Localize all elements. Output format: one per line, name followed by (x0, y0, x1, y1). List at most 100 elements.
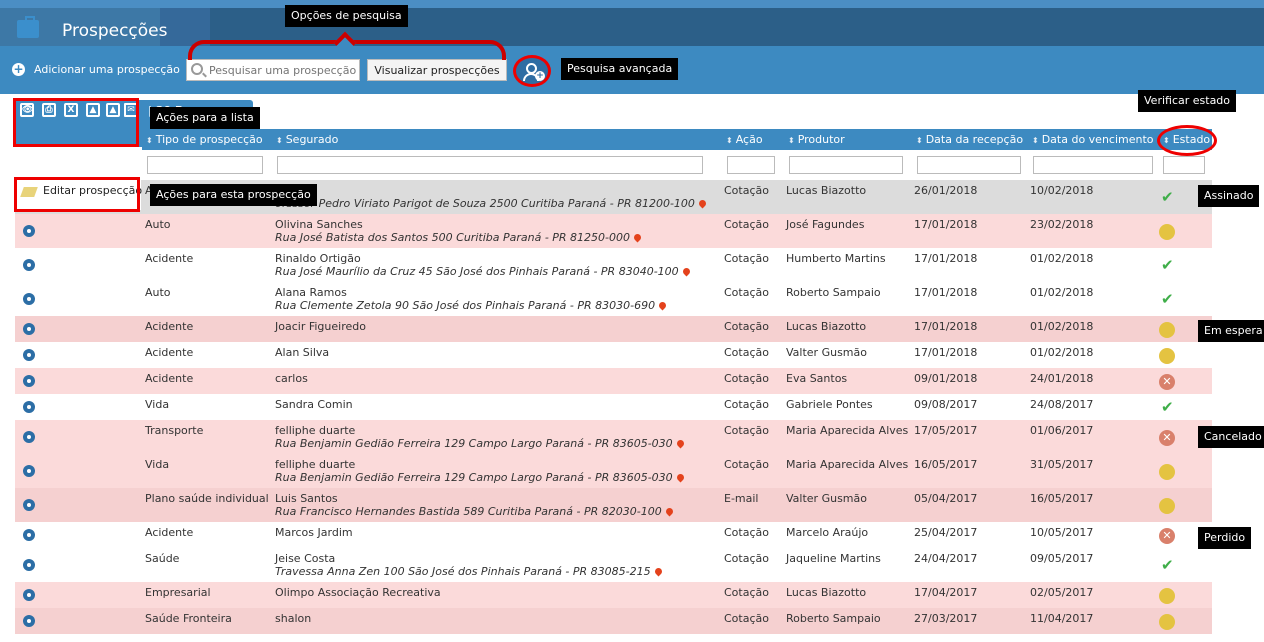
col-vencimento[interactable]: Data do vencimento (1032, 129, 1160, 150)
gear-icon[interactable] (23, 431, 35, 443)
map-pin-icon[interactable] (632, 232, 643, 243)
cell-tipo: Vida (145, 458, 170, 471)
cell-produtor: Valter Gusmão (786, 346, 867, 359)
table-row[interactable]: Plano saúde individual Luis Santos Rua Fra… (15, 488, 1212, 522)
table-row[interactable]: Auto Olivina Sanches Rua José Batista dos … (15, 214, 1212, 248)
table-row[interactable]: Auto Alana Ramos Rua Clemente Zetola 90 Sã… (15, 282, 1212, 316)
filter-recepcao[interactable] (917, 156, 1021, 174)
table-row[interactable]: Empresarial Olimpo Associação Recreativa C… (15, 582, 1212, 608)
gear-icon[interactable] (23, 323, 35, 335)
filter-estado[interactable] (1163, 156, 1205, 174)
insured-name: Rinaldo Ortigão (275, 252, 361, 265)
cell-recepcao: 17/01/2018 (914, 252, 978, 265)
gear-icon[interactable] (23, 259, 35, 271)
col-recepcao[interactable]: Data da recepção (916, 129, 1026, 150)
status-cancelled-icon: ✕ (1159, 528, 1175, 544)
map-pin-icon[interactable] (657, 300, 668, 311)
cell-acao: Cotação (724, 346, 769, 359)
search-options-bracket (188, 40, 506, 60)
tooltip-check-status: Verificar estado (1138, 90, 1237, 112)
cell-produtor: Lucas Biazotto (786, 586, 867, 599)
advanced-search-button[interactable]: + (513, 55, 551, 87)
table-row[interactable]: Acidente Alan Silva Cotação Valter Gusmão 17… (15, 342, 1212, 368)
cell-vencimento: 02/05/2017 (1030, 586, 1094, 599)
gear-icon[interactable] (23, 401, 35, 413)
insured-address: Rua Benjamin Gedião Ferreira 129 Campo L… (275, 471, 686, 484)
cell-acao: Cotação (724, 586, 769, 599)
cell-segurado: Olivina Sanches Rua José Batista dos Sant… (275, 218, 643, 244)
gear-icon[interactable] (23, 529, 35, 541)
insured-name: carlos (275, 372, 308, 385)
cell-tipo: Empresarial (145, 586, 211, 599)
filter-segurado[interactable] (277, 156, 703, 174)
cell-vencimento: 11/04/2017 (1030, 612, 1094, 625)
table-row[interactable]: Transporte felliphe duarte Rua Benjamin Ge… (15, 420, 1212, 454)
gear-icon[interactable] (23, 499, 35, 511)
map-pin-icon[interactable] (697, 198, 708, 209)
filter-tipo[interactable] (147, 156, 263, 174)
view-prospections-button[interactable]: Visualizar prospecções (367, 59, 507, 81)
cell-produtor: Lucas Biazotto (786, 320, 867, 333)
col-segurado[interactable]: Segurado (276, 129, 716, 150)
filter-produtor[interactable] (789, 156, 903, 174)
search-input[interactable] (209, 62, 357, 78)
table-row[interactable]: Saúde Jeise Costa Travessa Anna Zen 100 Sã… (15, 548, 1212, 582)
gear-icon[interactable] (23, 375, 35, 387)
col-acao[interactable]: Ação (726, 129, 778, 150)
gear-icon[interactable] (23, 349, 35, 361)
search-box[interactable] (186, 59, 360, 81)
table-row[interactable]: Saúde Fronteira shalon Cotação Roberto Samp… (15, 608, 1212, 634)
add-circle-icon[interactable]: + (12, 63, 25, 76)
cell-recepcao: 16/05/2017 (914, 458, 978, 471)
cell-segurado: felliphe duarte Rua Benjamin Gedião Ferre… (275, 458, 686, 484)
cell-recepcao: 09/08/2017 (914, 398, 978, 411)
cell-recepcao: 17/01/2018 (914, 218, 978, 231)
cell-tipo: Acidente (145, 372, 194, 385)
filter-acao[interactable] (727, 156, 775, 174)
cell-produtor: Maria Aparecida Alves (786, 458, 909, 471)
top-accent-bar (0, 0, 1264, 8)
cell-segurado: Sandra Comin (275, 398, 353, 411)
status-signed-icon: ✔ (1161, 290, 1174, 308)
cell-recepcao: 17/01/2018 (914, 320, 978, 333)
status-waiting-icon (1159, 498, 1175, 514)
map-pin-icon[interactable] (675, 472, 686, 483)
table-row[interactable]: Acidente Joacir Figueiredo Cotação Lucas Bi… (15, 316, 1212, 342)
cell-acao: Cotação (724, 398, 769, 411)
cell-vencimento: 10/05/2017 (1030, 526, 1094, 539)
insured-name: Joacir Figueiredo (275, 320, 366, 333)
gear-icon[interactable] (23, 465, 35, 477)
gear-icon[interactable] (23, 589, 35, 601)
gear-icon[interactable] (23, 293, 35, 305)
gear-icon[interactable] (23, 225, 35, 237)
table-row[interactable]: Acidente Marcos Jardim Cotação Marcelo Araú… (15, 522, 1212, 548)
status-signed-icon: ✔ (1161, 256, 1174, 274)
tooltip-search-options: Opções de pesquisa (285, 5, 408, 27)
status-waiting-icon (1159, 322, 1175, 338)
map-pin-icon[interactable] (653, 566, 664, 577)
cell-produtor: José Fagundes (786, 218, 865, 231)
cell-produtor: Roberto Sampaio (786, 612, 881, 625)
table-row[interactable]: Acidente Rinaldo Ortigão Rua José Maurílio… (15, 248, 1212, 282)
map-pin-icon[interactable] (675, 438, 686, 449)
page-title: Prospecções (62, 21, 168, 41)
map-pin-icon[interactable] (664, 506, 675, 517)
cell-acao: Cotação (724, 458, 769, 471)
map-pin-icon[interactable] (681, 266, 692, 277)
col-tipo[interactable]: Tipo de prospecção (146, 129, 266, 150)
col-produtor[interactable]: Produtor (788, 129, 906, 150)
table-row[interactable]: Vida felliphe duarte Rua Benjamin Gedião F… (15, 454, 1212, 488)
gear-icon[interactable] (23, 615, 35, 627)
table-row[interactable]: Acidente carlos Cotação Eva Santos 09/01/201… (15, 368, 1212, 394)
cell-acao: Cotação (724, 184, 769, 197)
cell-segurado: Rinaldo Ortigão Rua José Maurílio da Cruz… (275, 252, 692, 278)
legend-signed: Assinado (1198, 185, 1260, 207)
filter-vencimento[interactable] (1033, 156, 1153, 174)
cell-acao: Cotação (724, 424, 769, 437)
gear-icon[interactable] (23, 559, 35, 571)
cell-vencimento: 16/05/2017 (1030, 492, 1094, 505)
table-row[interactable]: Vida Sandra Comin Cotação Gabriele Pontes 09… (15, 394, 1212, 420)
cell-recepcao: 05/04/2017 (914, 492, 978, 505)
add-prospection-link[interactable]: Adicionar uma prospecção (34, 63, 180, 76)
cell-tipo: Auto (145, 218, 171, 231)
